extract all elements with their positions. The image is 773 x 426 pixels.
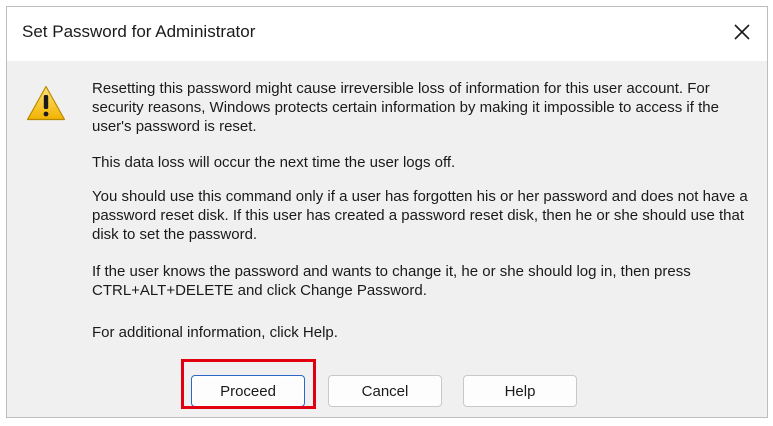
- warning-paragraph: Resetting this password might cause irre…: [92, 80, 719, 135]
- cancel-button[interactable]: Cancel: [328, 375, 442, 407]
- change-password-paragraph: If the user knows the password and wants…: [92, 263, 691, 299]
- help-hint-paragraph: For additional information, click Help.: [92, 324, 338, 341]
- password-reset-dialog: Set Password for Administrator Resetting…: [6, 6, 768, 418]
- dialog-body: Resetting this password might cause irre…: [7, 61, 767, 417]
- data-loss-paragraph: This data loss will occur the next time …: [92, 154, 456, 171]
- help-button[interactable]: Help: [463, 375, 577, 407]
- usage-paragraph: You should use this command only if a us…: [92, 188, 748, 243]
- dialog-title: Set Password for Administrator: [22, 22, 256, 41]
- title-bar: Set Password for Administrator: [7, 7, 767, 61]
- close-icon[interactable]: [729, 19, 755, 45]
- warning-icon: [26, 85, 66, 121]
- proceed-button[interactable]: Proceed: [191, 375, 305, 407]
